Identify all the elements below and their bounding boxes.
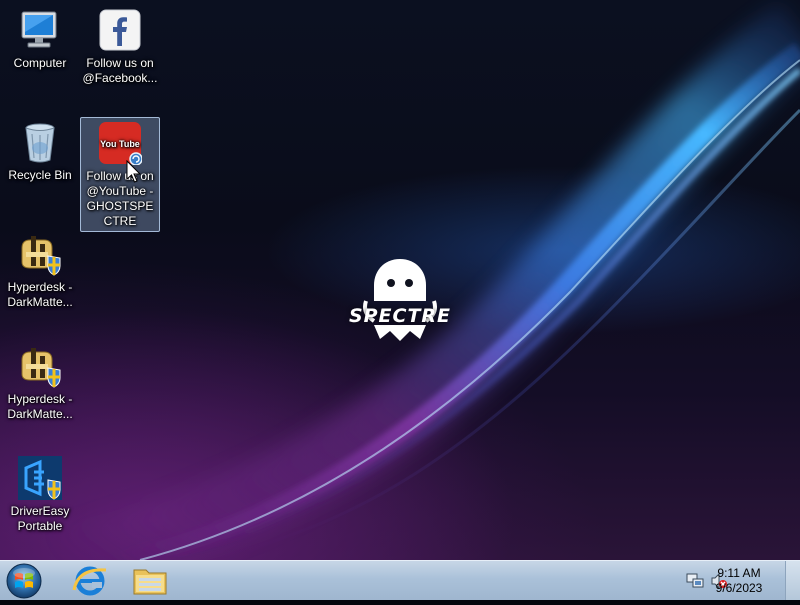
- desktop-icon-label: DriverEasy Portable: [10, 504, 70, 533]
- desktop-icon-computer[interactable]: Computer: [0, 8, 80, 71]
- desktop-icon-label: Computer: [13, 56, 67, 70]
- hyperdesk-icon: [18, 232, 62, 276]
- desktop-icon-label: Hyperdesk - DarkMatte...: [7, 392, 73, 421]
- facebook-icon: [98, 8, 142, 52]
- desktop-icon-recycle-bin[interactable]: Recycle Bin: [0, 120, 80, 183]
- taskbar-pin-internet-explorer[interactable]: [62, 562, 118, 599]
- windows-start-icon: [6, 563, 42, 599]
- system-tray: 9:11 AM 9/6/2023: [660, 561, 800, 601]
- taskbar: 9:11 AM 9/6/2023: [0, 560, 800, 600]
- start-button[interactable]: [4, 562, 44, 600]
- desktop-icon-label: Follow us on @Facebook...: [82, 56, 158, 85]
- drivereasy-icon: [18, 456, 62, 500]
- desktop-icon-drivereasy[interactable]: DriverEasy Portable: [0, 456, 80, 534]
- taskbar-clock[interactable]: 9:11 AM 9/6/2023: [704, 566, 774, 596]
- desktop-icon-hyperdesk-2[interactable]: Hyperdesk - DarkMatte...: [0, 344, 80, 422]
- mouse-cursor-icon: [126, 160, 142, 183]
- file-explorer-icon: [133, 569, 167, 595]
- taskbar-pin-file-explorer[interactable]: [122, 562, 178, 599]
- youtube-badge-text: You Tube: [100, 139, 140, 149]
- wallpaper-logo-text: SPECTRE: [348, 305, 452, 327]
- desktop-icon-label: Recycle Bin: [8, 168, 72, 182]
- internet-explorer-icon: [72, 566, 107, 596]
- desktop-icon-hyperdesk-1[interactable]: Hyperdesk - DarkMatte...: [0, 232, 80, 310]
- recycle-bin-icon: [18, 120, 62, 164]
- desktop-icon-youtube[interactable]: You Tube Follow us on @YouTube - GHOSTSP…: [80, 117, 160, 232]
- hyperdesk-icon: [18, 344, 62, 388]
- clock-date: 9/6/2023: [715, 581, 763, 595]
- network-icon[interactable]: [686, 573, 704, 589]
- show-desktop-button[interactable]: [785, 561, 800, 600]
- desktop[interactable]: Computer Follow us on @Facebook... Recyc…: [0, 0, 800, 560]
- desktop-icon-label: Hyperdesk - DarkMatte...: [7, 280, 73, 309]
- youtube-icon: You Tube: [98, 121, 143, 166]
- ghost-logo-icon: [363, 259, 437, 341]
- clock-time: 9:11 AM: [717, 566, 761, 580]
- computer-icon: [18, 8, 62, 52]
- desktop-icon-facebook[interactable]: Follow us on @Facebook...: [80, 8, 160, 86]
- desktop-icon-label: Follow us on @YouTube - GHOSTSPECTRE: [86, 169, 154, 228]
- wallpaper-logo: SPECTRE: [340, 255, 460, 345]
